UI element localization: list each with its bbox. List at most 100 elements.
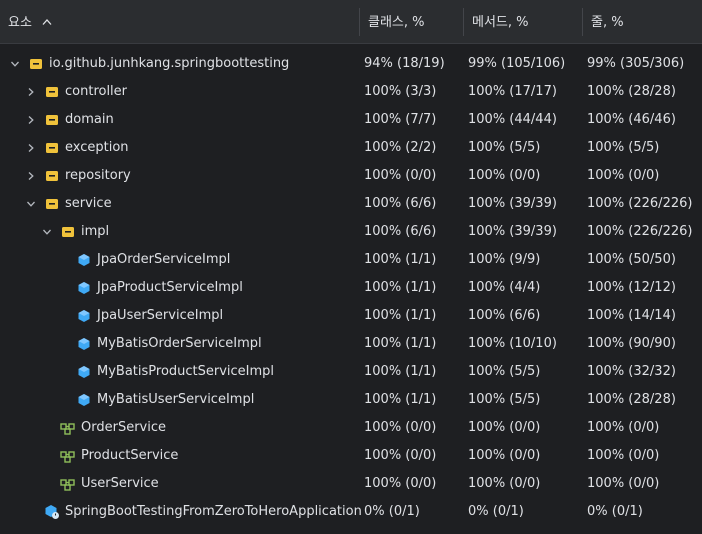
tree-node[interactable]: service [24, 190, 112, 218]
column-header-class-label: 클래스, % [368, 15, 425, 30]
class-coverage: 100% (0/0) [364, 476, 437, 491]
table-row[interactable]: JpaOrderServiceImpl 100% (1/1) 100% (9/9) 1… [0, 246, 702, 274]
method-coverage: 100% (4/4) [468, 280, 541, 295]
sort-ascending-icon[interactable] [42, 0, 52, 46]
table-row[interactable]: impl 100% (6/6) 100% (39/39) 100% (226/226) [0, 218, 702, 246]
package-icon [44, 168, 60, 184]
tree-node-label: io.github.junhkang.springboottesting [49, 56, 290, 71]
tree-node[interactable]: OrderService [40, 414, 166, 442]
chevron-down-icon[interactable] [8, 57, 22, 71]
line-coverage: 100% (0/0) [587, 448, 660, 463]
tree-node[interactable]: repository [24, 162, 131, 190]
tree-node[interactable]: MyBatisProductServiceImpl [56, 358, 274, 386]
line-coverage: 100% (28/28) [587, 84, 676, 99]
chevron-down-icon[interactable] [40, 225, 54, 239]
method-coverage: 100% (44/44) [468, 112, 557, 127]
table-row[interactable]: repository 100% (0/0) 100% (0/0) 100% (0/0) [0, 162, 702, 190]
class-icon [76, 280, 92, 296]
line-coverage: 100% (226/226) [587, 196, 693, 211]
tree-node[interactable]: exception [24, 134, 129, 162]
tree-node-label: repository [65, 168, 131, 183]
chevron-right-icon[interactable] [24, 85, 38, 99]
class-coverage: 100% (1/1) [364, 336, 437, 351]
chevron-right-icon[interactable] [24, 113, 38, 127]
line-coverage: 100% (46/46) [587, 112, 676, 127]
table-row[interactable]: ProductService 100% (0/0) 100% (0/0) 100% (… [0, 442, 702, 470]
tree-node-label: JpaProductServiceImpl [97, 280, 243, 295]
class-coverage: 100% (3/3) [364, 84, 437, 99]
table-row[interactable]: controller 100% (3/3) 100% (17/17) 100% (28… [0, 78, 702, 106]
class-coverage: 100% (6/6) [364, 196, 437, 211]
tree-node-label: MyBatisUserServiceImpl [97, 392, 255, 407]
table-row[interactable]: service 100% (6/6) 100% (39/39) 100% (226/2… [0, 190, 702, 218]
class-coverage: 100% (0/0) [364, 168, 437, 183]
package-icon [44, 112, 60, 128]
method-coverage: 100% (0/0) [468, 420, 541, 435]
tree-node[interactable]: MyBatisUserServiceImpl [56, 386, 254, 414]
tree-node-label: ProductService [81, 448, 179, 463]
method-coverage: 99% (105/106) [468, 56, 566, 71]
line-coverage: 0% (0/1) [587, 504, 643, 519]
table-row[interactable]: io.github.junhkang.springboottesting 94% … [0, 50, 702, 78]
tree-node-label: JpaUserServiceImpl [97, 308, 224, 323]
tree-node-label: SpringBootTestingFromZeroToHeroApplicati… [65, 504, 362, 519]
column-header-line-label: 줄, % [591, 15, 624, 30]
line-coverage: 100% (5/5) [587, 140, 660, 155]
tree-node[interactable]: UserService [40, 470, 159, 498]
tree-node[interactable]: JpaUserServiceImpl [56, 302, 223, 330]
line-coverage: 100% (50/50) [587, 252, 676, 267]
tree-node[interactable]: MyBatisOrderServiceImpl [56, 330, 262, 358]
method-coverage: 100% (39/39) [468, 224, 557, 239]
tree-node[interactable]: SpringBootTestingFromZeroToHeroApplicati… [24, 498, 362, 526]
table-row[interactable]: domain 100% (7/7) 100% (44/44) 100% (46/46) [0, 106, 702, 134]
table-row[interactable]: JpaUserServiceImpl 100% (1/1) 100% (6/6) 10… [0, 302, 702, 330]
table-row[interactable]: exception 100% (2/2) 100% (5/5) 100% (5/5) [0, 134, 702, 162]
table-row[interactable]: OrderService 100% (0/0) 100% (0/0) 100% (0/… [0, 414, 702, 442]
column-header-class[interactable]: 클래스, % [360, 0, 463, 43]
line-coverage: 100% (28/28) [587, 392, 676, 407]
column-header-element[interactable]: 요소 [0, 0, 359, 43]
package-icon [44, 140, 60, 156]
line-coverage: 100% (90/90) [587, 336, 676, 351]
table-row[interactable]: SpringBootTestingFromZeroToHeroApplicati… [0, 498, 702, 526]
class-icon [76, 308, 92, 324]
tree-node[interactable]: ProductService [40, 442, 178, 470]
class-coverage: 94% (18/19) [364, 56, 445, 71]
line-coverage: 100% (32/32) [587, 364, 676, 379]
tree-node[interactable]: domain [24, 106, 114, 134]
tree-node-label: impl [81, 224, 110, 239]
tree-node[interactable]: JpaProductServiceImpl [56, 274, 243, 302]
table-row[interactable]: JpaProductServiceImpl 100% (1/1) 100% (4/4… [0, 274, 702, 302]
class-coverage: 100% (1/1) [364, 308, 437, 323]
table-row[interactable]: UserService 100% (0/0) 100% (0/0) 100% (0/0… [0, 470, 702, 498]
tree-node[interactable]: io.github.junhkang.springboottesting [8, 50, 289, 78]
method-coverage: 100% (0/0) [468, 168, 541, 183]
class-coverage: 100% (1/1) [364, 392, 437, 407]
coverage-table-header: 요소 클래스, % 메서드, % 줄, % [0, 0, 702, 44]
tree-node[interactable]: impl [40, 218, 109, 246]
interface-icon [60, 448, 76, 464]
tree-node[interactable]: JpaOrderServiceImpl [56, 246, 230, 274]
column-header-method[interactable]: 메서드, % [464, 0, 582, 43]
table-row[interactable]: MyBatisProductServiceImpl 100% (1/1) 100% … [0, 358, 702, 386]
method-coverage: 100% (0/0) [468, 448, 541, 463]
column-header-method-label: 메서드, % [472, 15, 529, 30]
method-coverage: 100% (0/0) [468, 476, 541, 491]
class-icon [76, 364, 92, 380]
class-coverage: 100% (6/6) [364, 224, 437, 239]
chevron-right-icon[interactable] [24, 169, 38, 183]
table-row[interactable]: MyBatisUserServiceImpl 100% (1/1) 100% (5/… [0, 386, 702, 414]
method-coverage: 100% (9/9) [468, 252, 541, 267]
column-header-line[interactable]: 줄, % [583, 0, 702, 43]
table-row[interactable]: MyBatisOrderServiceImpl 100% (1/1) 100% (1… [0, 330, 702, 358]
package-icon [28, 56, 44, 72]
class-coverage: 100% (1/1) [364, 280, 437, 295]
line-coverage: 100% (14/14) [587, 308, 676, 323]
chevron-right-icon[interactable] [24, 141, 38, 155]
chevron-down-icon[interactable] [24, 197, 38, 211]
class-coverage: 0% (0/1) [364, 504, 420, 519]
line-coverage: 100% (0/0) [587, 420, 660, 435]
tree-node[interactable]: controller [24, 78, 127, 106]
line-coverage: 99% (305/306) [587, 56, 685, 71]
class-coverage: 100% (7/7) [364, 112, 437, 127]
